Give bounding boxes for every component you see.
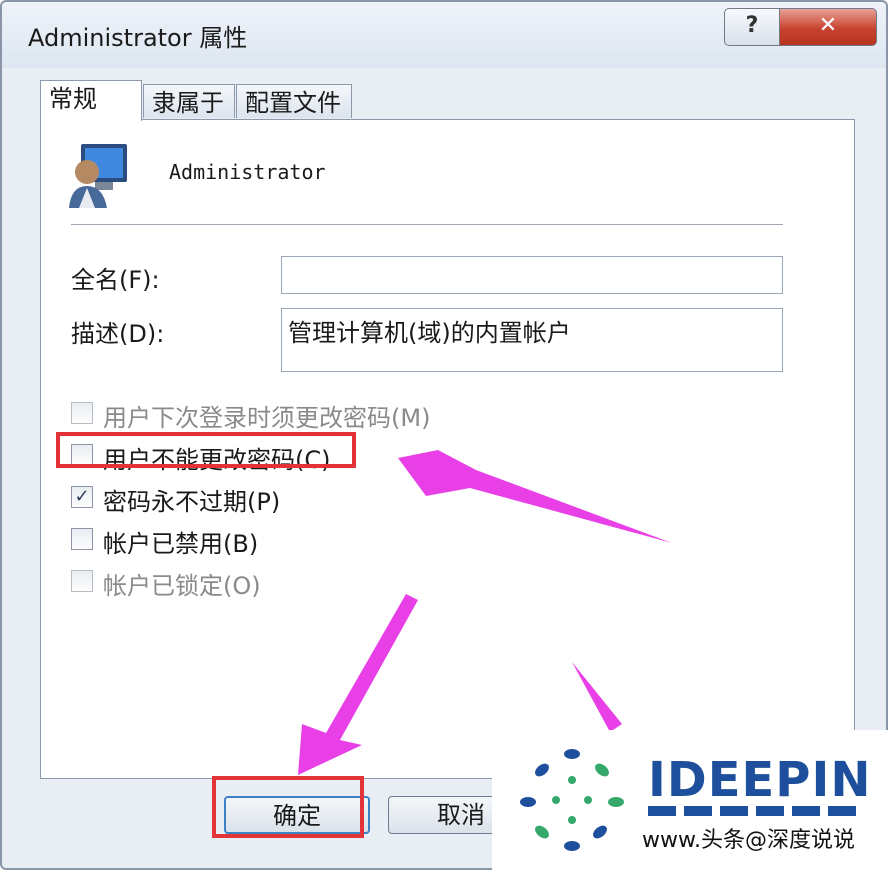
arrow-decorative	[572, 662, 622, 732]
watermark-logo-text: IDEEPIN	[648, 752, 872, 808]
arrow-to-checkbox	[398, 450, 672, 543]
watermark-tagline	[648, 806, 858, 816]
arrow-to-ok-button	[298, 594, 418, 775]
watermark-url: www.头条@深度说说	[642, 828, 855, 853]
swirl-logo-icon	[520, 749, 624, 851]
watermark: IDEEPIN www.头条@深度说说	[492, 730, 888, 870]
tab-general[interactable]: 常规	[40, 80, 142, 121]
